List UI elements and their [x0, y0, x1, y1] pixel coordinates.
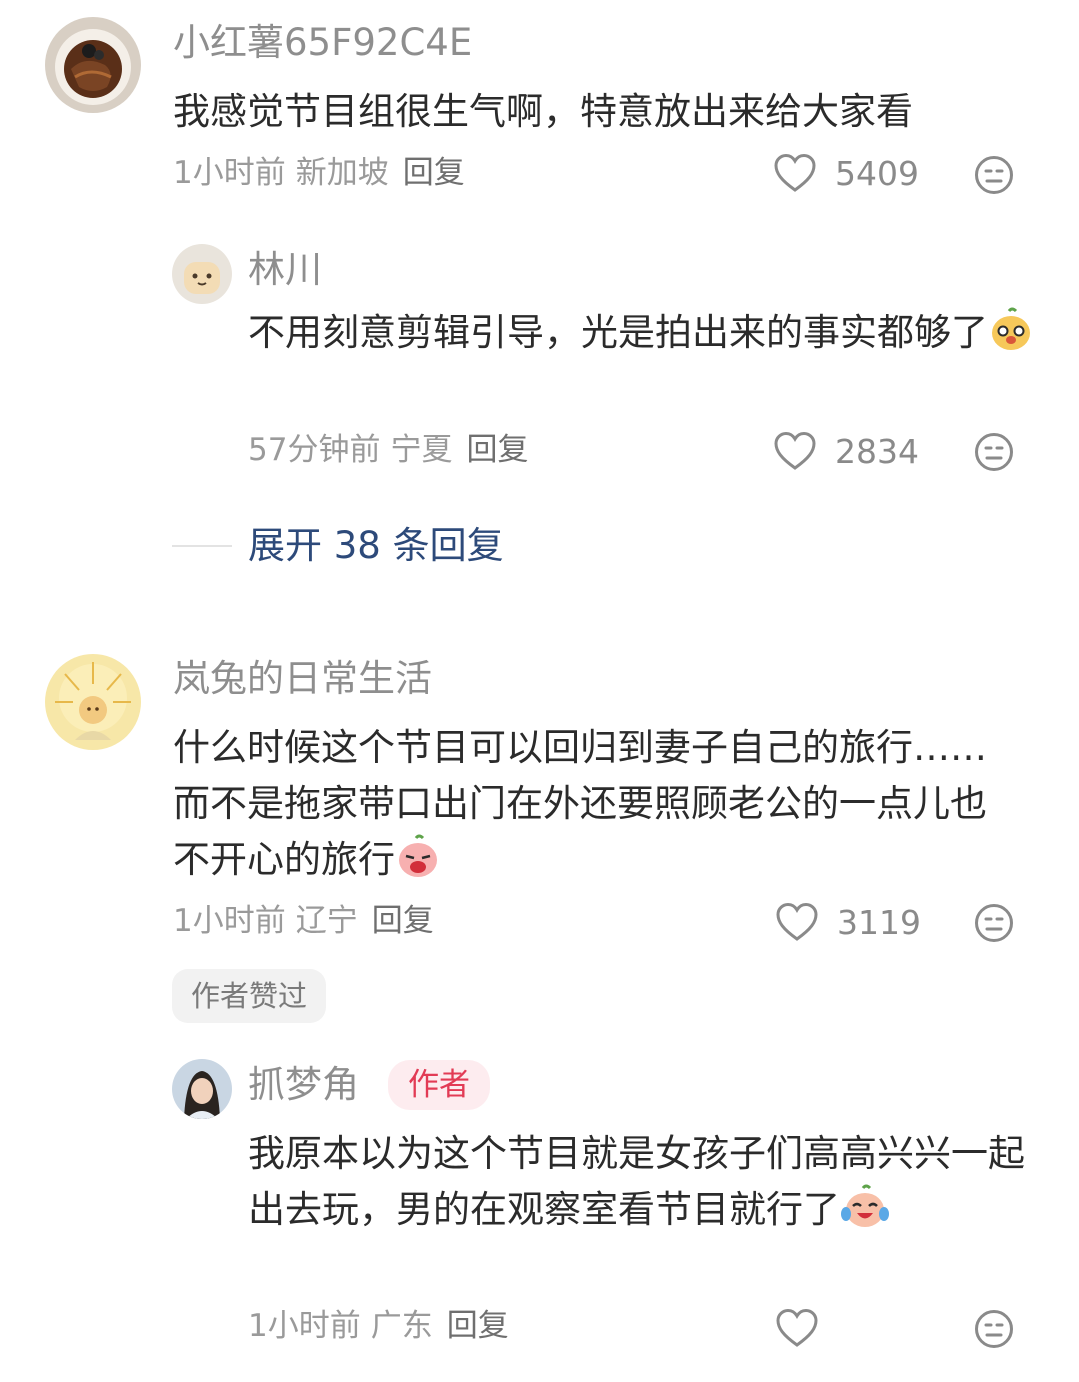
username[interactable]: 林川	[248, 251, 322, 288]
like-button[interactable]: 2834	[773, 431, 919, 471]
avatar[interactable]	[45, 17, 141, 113]
avatar[interactable]	[172, 1059, 232, 1119]
comment-meta: 1小时前 新加坡 回复	[173, 158, 465, 189]
heart-outline-icon	[776, 902, 818, 941]
username[interactable]: 抓梦角	[248, 1066, 359, 1103]
neutral-face-icon[interactable]	[974, 1309, 1014, 1349]
comment-time: 1小时前	[173, 903, 286, 939]
comment-region: 新加坡	[295, 155, 389, 191]
like-count: 5409	[835, 153, 919, 193]
like-button[interactable]: 5409	[773, 153, 919, 193]
author-liked-tag: 作者赞过	[172, 969, 327, 1023]
comment-text: 我感觉节目组很生气啊，特意放出来给大家看	[173, 90, 913, 133]
avatar[interactable]	[45, 654, 141, 750]
neutral-face-icon[interactable]	[974, 155, 1014, 195]
like-button[interactable]: 3119	[775, 902, 921, 942]
emoji-crying-icon	[399, 834, 437, 877]
reply-button[interactable]: 回复	[372, 903, 434, 939]
reply-button[interactable]: 回复	[466, 432, 528, 468]
neutral-face-icon[interactable]	[974, 432, 1014, 472]
heart-outline-icon	[776, 1308, 818, 1347]
comment-region: 辽宁	[295, 903, 358, 939]
reply-text: 不用刻意剪辑引导，光是拍出来的事实都够了	[248, 305, 1038, 361]
comment-meta: 1小时前 辽宁 回复	[173, 906, 434, 937]
reply-region: 宁夏	[390, 432, 453, 468]
reply-button[interactable]: 回复	[447, 1308, 509, 1344]
emoji-laugh-cry-icon	[841, 1184, 889, 1227]
reply-meta: 57分钟前 宁夏 回复	[248, 435, 528, 466]
like-count: 3119	[837, 902, 921, 942]
heart-outline-icon	[774, 431, 816, 470]
reply-time: 1小时前	[248, 1308, 361, 1344]
username[interactable]: 小红薯65F92C4E	[173, 24, 472, 61]
avatar[interactable]	[172, 244, 232, 304]
neutral-face-icon[interactable]	[974, 903, 1014, 943]
reply-region: 广东	[370, 1308, 433, 1344]
divider	[172, 545, 232, 547]
reply-time: 57分钟前	[248, 432, 381, 468]
heart-outline-icon	[774, 153, 816, 192]
reply-meta: 1小时前 广东 回复	[248, 1311, 509, 1342]
author-badge: 作者	[388, 1060, 490, 1110]
comment-time: 1小时前	[173, 155, 286, 191]
emoji-sticker-icon	[992, 307, 1030, 350]
reply-text: 我原本以为这个节目就是女孩子们高高兴兴一起出去玩，男的在观察室看节目就行了	[248, 1132, 1025, 1231]
expand-replies-button[interactable]: 展开 38 条回复	[248, 527, 504, 564]
reply-button[interactable]: 回复	[403, 155, 465, 191]
username[interactable]: 岚兔的日常生活	[173, 660, 432, 697]
like-count: 2834	[835, 431, 919, 471]
comment-text: 什么时候这个节目可以回归到妻子自己的旅行……而不是拖家带口出门在外还要照顾老公的…	[173, 726, 987, 881]
like-button[interactable]	[775, 1308, 819, 1348]
